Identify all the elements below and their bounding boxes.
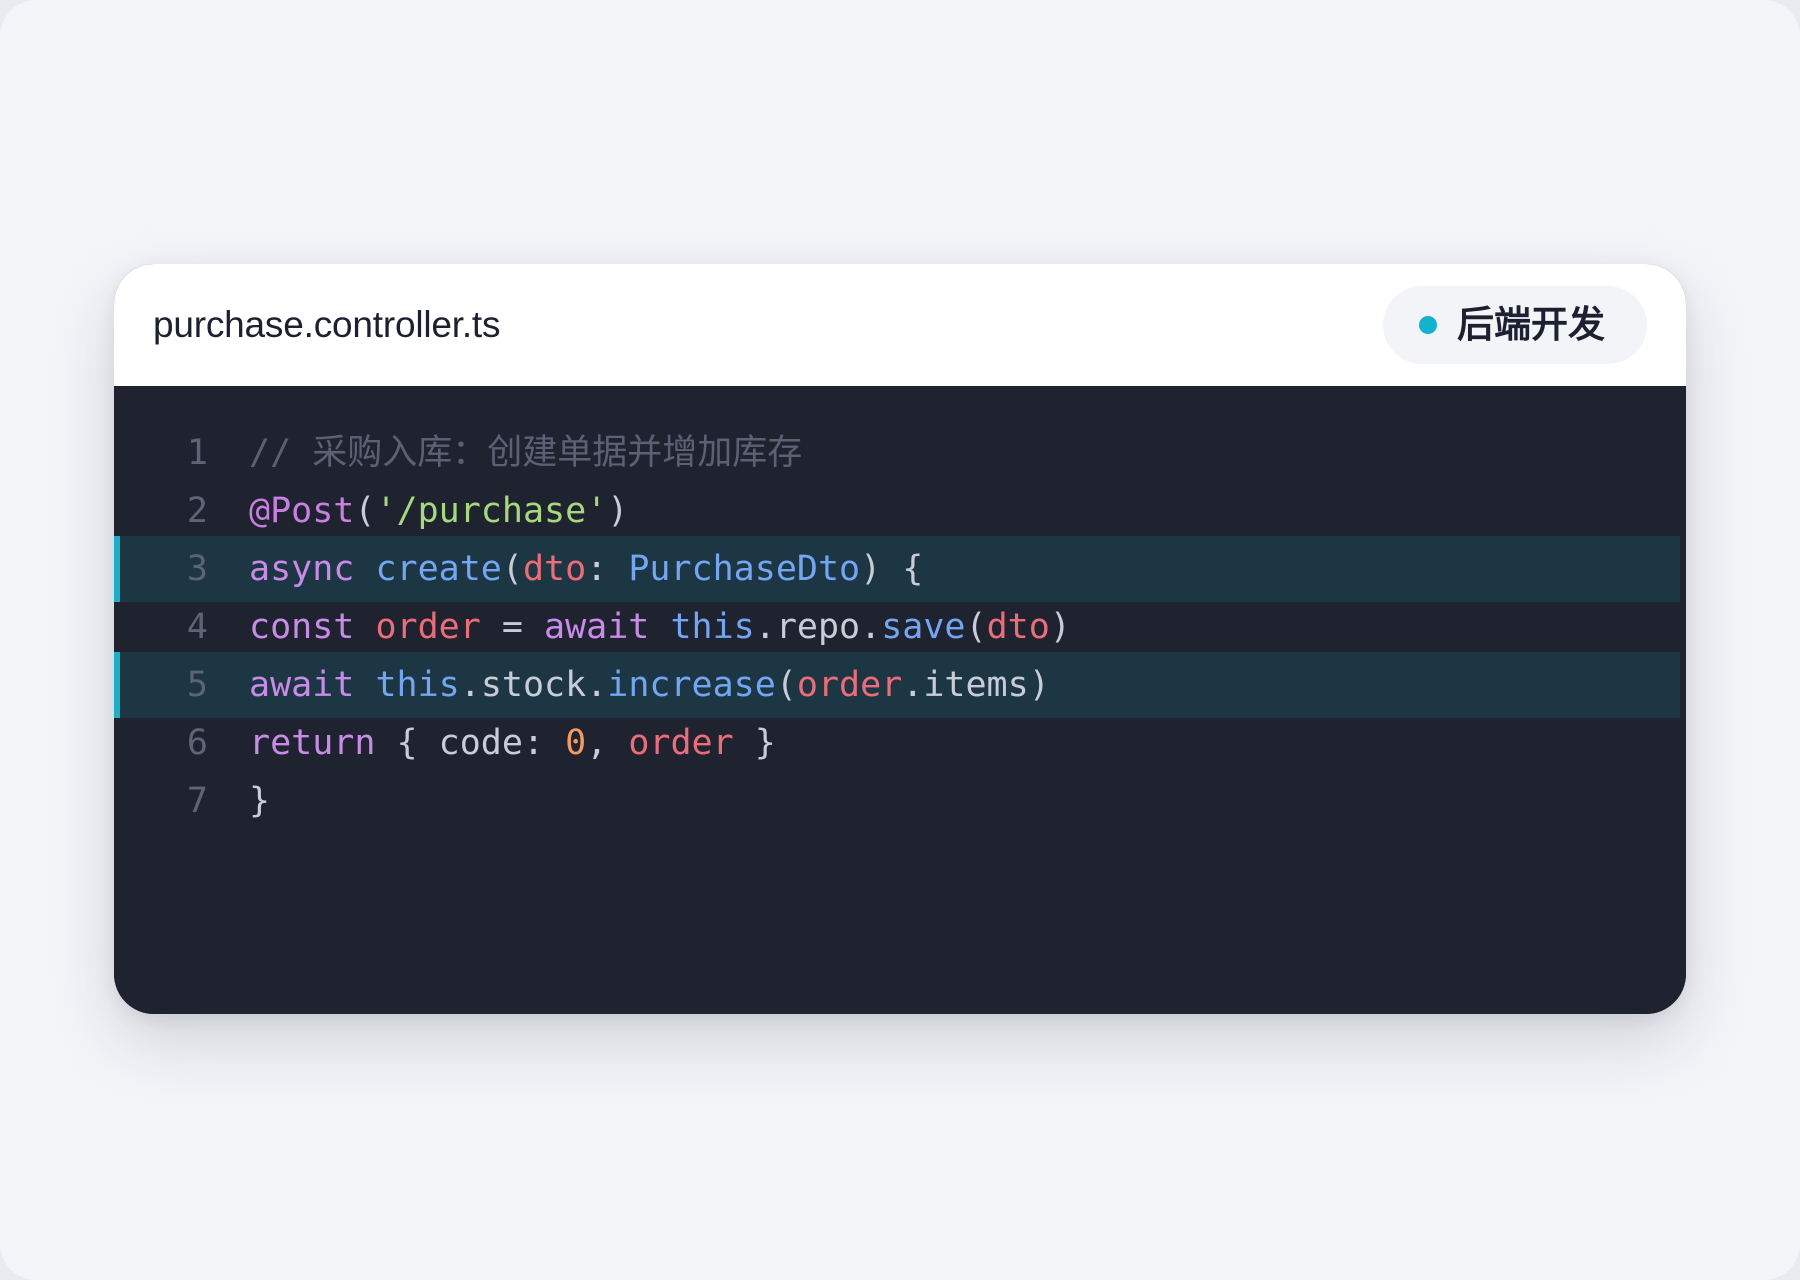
code-token-punct: . (459, 665, 481, 705)
code-token-punct: ) (607, 491, 629, 531)
code-token-param: dto (986, 607, 1050, 647)
code-token-comment: // 采购入库：创建单据并增加库存 (249, 433, 803, 473)
line-number: 6 (186, 723, 208, 763)
code-token-param: order (796, 665, 903, 705)
code-token-punct: } (733, 723, 776, 763)
code-token-param: order (628, 723, 734, 763)
line-number: 5 (186, 665, 208, 705)
code-text: } (249, 780, 270, 822)
code-token-function: this (375, 665, 460, 705)
code-text: const order = await this.repo.save(dto) (249, 606, 1071, 648)
file-name: purchase.controller.ts (153, 304, 501, 345)
category-badge-label: 后端开发 (1457, 303, 1605, 346)
code-token-keyword: const (249, 607, 355, 647)
code-token-keyword: await (544, 607, 650, 647)
code-token-keyword: return (249, 723, 376, 763)
code-text: async create(dto: PurchaseDto) { (249, 548, 923, 590)
code-token-punct: . (860, 607, 882, 647)
app-background: purchase.controller.ts 后端开发 1 // 采购入库：创建单… (0, 0, 1800, 1280)
line-number: 7 (186, 781, 208, 821)
code-token-plain: stock (480, 665, 587, 705)
code-text: return { code: 0, order } (249, 722, 776, 764)
code-token-plain: items (923, 665, 1029, 705)
code-editor: 1// 采购入库：创建单据并增加库存 2 @Post('/purchase') 3 as… (114, 386, 1686, 1014)
code-token-string: '/purchase' (375, 491, 608, 531)
code-line: 2 @Post('/purchase') (114, 478, 1680, 544)
line-number: 2 (186, 491, 208, 531)
line-number: 1 (186, 433, 208, 473)
code-token-function: this (670, 607, 755, 647)
code-token-param: order (375, 607, 481, 647)
code-token-function: increase (607, 665, 776, 705)
highlighted-code-line: 5 await this.stock.increase(order.items) (114, 652, 1680, 718)
code-token-punct: ( (354, 491, 376, 531)
code-text: @Post('/purchase') (249, 490, 628, 532)
code-token-decorator: @Post (249, 491, 355, 531)
code-card-header: purchase.controller.ts 后端开发 (114, 264, 1686, 386)
status-dot-icon (1419, 316, 1437, 334)
code-text: await this.stock.increase(order.items) (249, 664, 1050, 706)
code-token-param: dto (522, 549, 587, 589)
code-card: purchase.controller.ts 后端开发 1 // 采购入库：创建单… (114, 264, 1686, 1014)
code-token-punct: } (249, 781, 271, 821)
code-token-plain: code (438, 723, 523, 763)
code-token-type: PurchaseDto (628, 549, 861, 589)
category-badge: 后端开发 (1383, 286, 1647, 364)
code-token-punct: ) (1028, 665, 1050, 705)
code-token-punct: . (754, 607, 776, 647)
code-token-punct: ( (501, 549, 523, 589)
code-token-punct: ( (775, 665, 797, 705)
code-line: 6 return { code: 0, order } (114, 710, 1680, 776)
code-token-plain: repo (775, 607, 861, 647)
code-token-punct: . (586, 665, 608, 705)
highlighted-code-line: 3 async create(dto: PurchaseDto) { (114, 536, 1680, 602)
code-token-keyword: async (249, 549, 355, 589)
code-token-punct: { (375, 723, 439, 763)
code-line: 7} (114, 768, 1680, 834)
code-text: // 采购入库：创建单据并增加库存 (249, 432, 802, 474)
code-line: 1 // 采购入库：创建单据并增加库存 (114, 420, 1680, 486)
code-token-function: save (881, 607, 966, 647)
code-token-punct: . (902, 665, 924, 705)
code-token-punct: ) (1049, 607, 1071, 647)
code-token-punct: ) { (860, 549, 924, 589)
line-number: 3 (186, 549, 208, 589)
code-token-punct: = (480, 607, 545, 647)
code-token-keyword: await (249, 665, 355, 705)
code-token-punct: : (522, 723, 566, 763)
code-token-punct: ( (965, 607, 987, 647)
line-number: 4 (186, 607, 208, 647)
code-line: 4 const order = await this.repo.save(dto) (114, 594, 1680, 660)
code-token-punct: , (586, 723, 629, 763)
code-token-function: create (375, 549, 502, 589)
code-token-number: 0 (565, 723, 587, 763)
code-token-punct: : (586, 549, 629, 589)
